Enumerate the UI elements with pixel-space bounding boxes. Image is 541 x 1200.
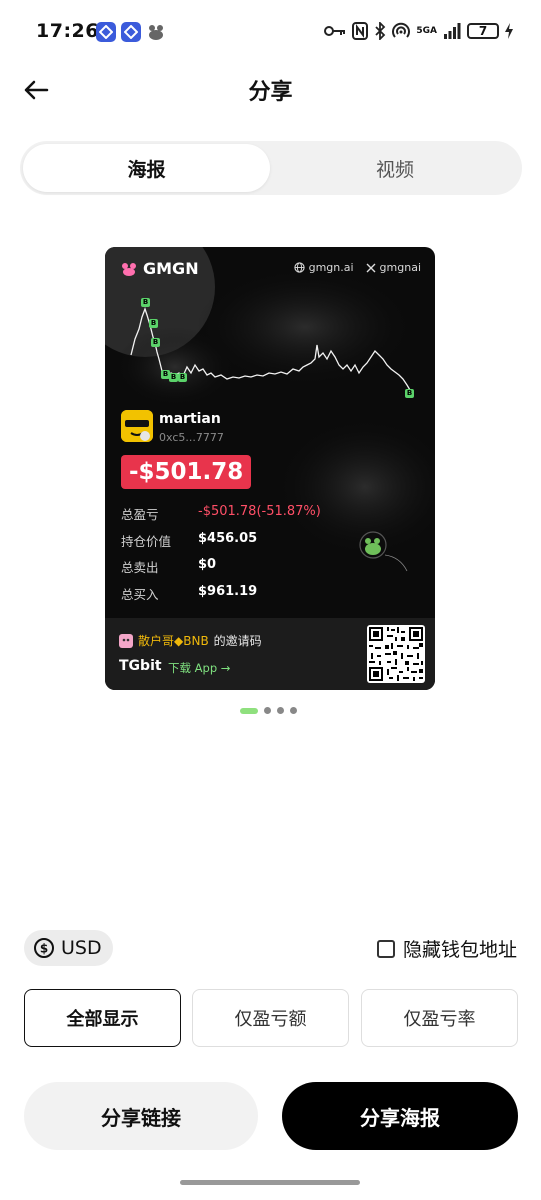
buy-marker: B bbox=[141, 298, 150, 307]
currency-label: USD bbox=[61, 937, 102, 959]
qr-code bbox=[367, 625, 425, 683]
tab-poster[interactable]: 海报 bbox=[23, 144, 270, 192]
wallet-address: 0xc5...7777 bbox=[159, 431, 224, 444]
share-poster-button[interactable]: 分享海报 bbox=[282, 1082, 518, 1150]
pnl-poster-card[interactable]: B B B B B B B GMGN gmgn.ai gmgnai martia… bbox=[105, 247, 435, 690]
invite-suffix: 的邀请码 bbox=[213, 634, 262, 648]
signal-icon bbox=[444, 23, 461, 39]
pager-dot[interactable] bbox=[240, 707, 258, 714]
stat-label-holding-value: 持仓价值 bbox=[121, 534, 172, 549]
x-logo-icon bbox=[366, 263, 376, 272]
brand-name: GMGN bbox=[143, 259, 199, 278]
site-link: gmgn.ai bbox=[293, 261, 354, 274]
buy-marker: B bbox=[178, 373, 187, 382]
key-icon bbox=[324, 26, 346, 36]
inviter-avatar-icon bbox=[119, 633, 133, 648]
frog-astronaut-icon bbox=[359, 531, 408, 572]
nfc-icon bbox=[352, 22, 369, 40]
x-link: gmgnai bbox=[366, 261, 421, 274]
stat-label-total-pnl: 总盈亏 bbox=[121, 507, 159, 522]
frog-notification-icon bbox=[146, 22, 166, 42]
stat-value-holding-value: $456.05 bbox=[198, 531, 258, 546]
page-title: 分享 bbox=[248, 80, 293, 105]
hide-wallet-option[interactable]: 隐藏钱包地址 bbox=[376, 935, 517, 962]
inviter-name: 散户哥◆BNB bbox=[138, 634, 209, 648]
currency-switch-icon: $ bbox=[34, 938, 54, 958]
svg-text:$: $ bbox=[40, 942, 48, 956]
stat-value-total-bought: $961.19 bbox=[198, 584, 258, 599]
share-link-button[interactable]: 分享链接 bbox=[24, 1082, 258, 1150]
app-notification-icon bbox=[121, 22, 141, 42]
hide-wallet-checkbox[interactable] bbox=[376, 939, 395, 958]
gmgn-logo: GMGN bbox=[121, 259, 199, 278]
globe-icon bbox=[293, 262, 305, 273]
stat-value-total-sold: $0 bbox=[198, 557, 217, 572]
pager-dot[interactable] bbox=[264, 707, 271, 714]
poster-links: gmgn.ai gmgnai bbox=[293, 261, 421, 274]
hide-wallet-label: 隐藏钱包地址 bbox=[402, 939, 517, 961]
bluetooth-icon bbox=[375, 22, 386, 40]
stat-label-total-bought: 总买入 bbox=[121, 587, 159, 602]
frog-logo-icon bbox=[122, 262, 136, 276]
invite-line: 散户哥◆BNB 的邀请码 bbox=[119, 632, 262, 649]
app-notification-icon bbox=[96, 22, 116, 42]
battery-indicator: 7 bbox=[467, 23, 499, 39]
network-type: 5GA bbox=[416, 26, 437, 36]
buy-marker: B bbox=[149, 319, 158, 328]
option-pnl-rate-only[interactable]: 仅盈亏率 bbox=[361, 989, 518, 1047]
poster-pager bbox=[240, 707, 297, 714]
status-icons: 5GA 7 bbox=[324, 22, 513, 40]
app-name: TGbit bbox=[119, 658, 162, 674]
buy-marker: B bbox=[169, 373, 178, 382]
option-pnl-amount-only[interactable]: 仅盈亏额 bbox=[192, 989, 349, 1047]
status-time: 17:26 bbox=[36, 20, 99, 42]
buy-marker: B bbox=[151, 338, 160, 347]
pager-dot[interactable] bbox=[290, 707, 297, 714]
charging-icon bbox=[505, 23, 513, 39]
tab-video[interactable]: 视频 bbox=[270, 144, 520, 192]
username: martian bbox=[159, 411, 221, 427]
download-app-link: 下载 App → bbox=[168, 661, 231, 675]
stat-value-total-pnl: -$501.78(-51.87%) bbox=[198, 504, 321, 519]
invite-footer: 散户哥◆BNB 的邀请码 TGbit 下载 App → bbox=[105, 618, 435, 690]
currency-toggle[interactable]: $ USD bbox=[24, 930, 113, 966]
avatar bbox=[121, 410, 153, 442]
buy-marker: B bbox=[405, 389, 414, 398]
option-show-all[interactable]: 全部显示 bbox=[24, 989, 181, 1047]
pager-dot[interactable] bbox=[277, 707, 284, 714]
home-indicator[interactable] bbox=[180, 1180, 360, 1185]
stat-label-total-sold: 总卖出 bbox=[121, 560, 159, 575]
hotspot-icon bbox=[392, 22, 411, 38]
pnl-badge: -$501.78 bbox=[121, 455, 252, 489]
